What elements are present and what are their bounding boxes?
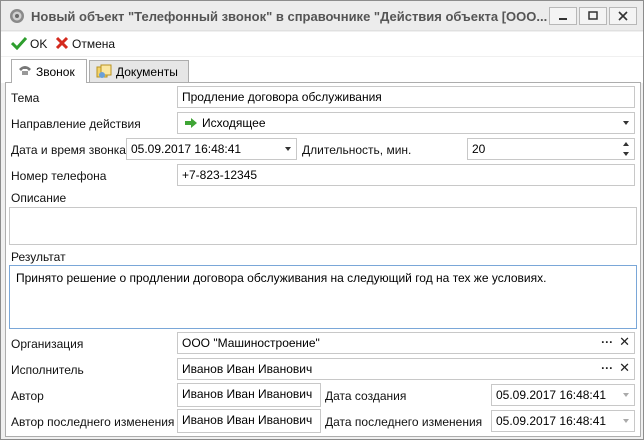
- duration-value: 20: [472, 142, 486, 156]
- spin-up-icon[interactable]: [623, 142, 629, 146]
- maximize-button[interactable]: [579, 7, 607, 25]
- cancel-label: Отмена: [72, 37, 116, 51]
- checkmark-icon: [10, 36, 30, 53]
- organization-label: Организация: [11, 337, 84, 351]
- datetime-input[interactable]: 05.09.2017 16:48:41: [126, 138, 297, 160]
- phone-label: Номер телефона: [11, 169, 107, 183]
- description-label: Описание: [11, 191, 67, 205]
- spin-down-icon[interactable]: [623, 152, 629, 156]
- phone-icon: [18, 64, 36, 79]
- chevron-down-icon: [623, 419, 629, 423]
- organization-value: ООО "Машиностроение": [182, 336, 320, 350]
- topic-input[interactable]: Продление договора обслуживания: [177, 86, 635, 108]
- dialog-window: Новый объект "Телефонный звонок" в справ…: [0, 0, 644, 440]
- close-button[interactable]: [609, 7, 637, 25]
- tab-panel: Тема Продление договора обслуживания Нап…: [5, 82, 641, 437]
- tab-call-label: Звонок: [36, 64, 75, 79]
- tab-documents[interactable]: Документы: [89, 60, 189, 83]
- last-author-label: Автор последнего изменения: [11, 415, 175, 429]
- red-x-icon: [55, 36, 72, 53]
- created-label: Дата создания: [325, 389, 407, 403]
- executor-label: Исполнитель: [11, 363, 84, 377]
- direction-select[interactable]: Исходящее: [177, 112, 635, 134]
- select-more-icon[interactable]: ···: [601, 362, 613, 374]
- green-arrow-icon: [184, 117, 198, 132]
- author-label: Автор: [11, 389, 44, 403]
- minimize-button[interactable]: [549, 7, 577, 25]
- organization-input[interactable]: ООО "Машиностроение" ··· ✕: [177, 332, 635, 354]
- created-field: 05.09.2017 16:48:41: [491, 384, 635, 406]
- last-author-field: Иванов Иван Иванович: [177, 409, 321, 433]
- chevron-down-icon[interactable]: [285, 147, 291, 151]
- tab-strip: Звонок Документы: [1, 57, 643, 83]
- clear-icon[interactable]: ✕: [619, 361, 630, 374]
- executor-input[interactable]: Иванов Иван Иванович ··· ✕: [177, 358, 635, 380]
- ok-label: OK: [30, 37, 48, 51]
- window-title: Новый объект "Телефонный звонок" в справ…: [31, 9, 548, 24]
- tab-call[interactable]: Звонок: [11, 59, 87, 83]
- topic-label: Тема: [11, 91, 40, 105]
- direction-value: Исходящее: [202, 116, 266, 130]
- ok-button[interactable]: OK: [10, 35, 48, 53]
- modified-field: 05.09.2017 16:48:41: [491, 410, 635, 432]
- modified-value: 05.09.2017 16:48:41: [496, 414, 607, 428]
- author-field: Иванов Иван Иванович: [177, 383, 321, 407]
- toolbar: OK Отмена: [1, 32, 643, 56]
- tab-documents-label: Документы: [116, 65, 178, 79]
- duration-stepper[interactable]: 20: [467, 138, 635, 160]
- chevron-down-icon: [623, 393, 629, 397]
- datetime-label: Дата и время звонка: [11, 143, 126, 157]
- phone-input[interactable]: +7-823-12345: [177, 164, 635, 186]
- result-label: Результат: [11, 250, 66, 264]
- description-textarea[interactable]: [9, 207, 637, 245]
- chevron-down-icon[interactable]: [623, 121, 629, 125]
- created-value: 05.09.2017 16:48:41: [496, 388, 607, 402]
- direction-label: Направление действия: [11, 117, 141, 131]
- cancel-button[interactable]: Отмена: [55, 35, 115, 53]
- select-more-icon[interactable]: ···: [601, 336, 613, 348]
- datetime-value: 05.09.2017 16:48:41: [131, 142, 242, 156]
- result-textarea[interactable]: Принято решение о продлении договора обс…: [9, 265, 637, 329]
- clear-icon[interactable]: ✕: [619, 335, 630, 348]
- duration-label: Длительность, мин.: [302, 143, 412, 157]
- app-icon: [9, 8, 25, 24]
- title-bar[interactable]: Новый объект "Телефонный звонок" в справ…: [1, 1, 643, 31]
- modified-label: Дата последнего изменения: [325, 415, 483, 429]
- documents-icon: [96, 64, 116, 81]
- executor-value: Иванов Иван Иванович: [182, 362, 313, 376]
